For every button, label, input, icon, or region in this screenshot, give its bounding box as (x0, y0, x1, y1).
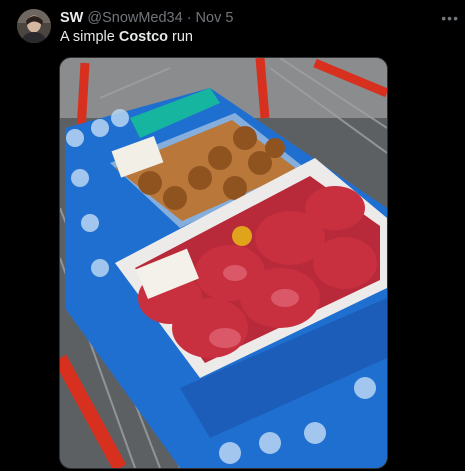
avatar[interactable] (17, 9, 51, 43)
tweet-header: SW @SnowMed34 · Nov 5 (60, 9, 233, 27)
tweet-text-part: A simple (60, 29, 119, 45)
separator-dot: · (186, 10, 192, 26)
user-handle[interactable]: @SnowMed34 (87, 10, 182, 26)
tweet-card: SW @SnowMed34 · Nov 5 ••• A simple Costc… (0, 0, 465, 471)
display-name[interactable]: SW (60, 10, 83, 26)
avatar-image (17, 9, 51, 43)
tweet-photo[interactable] (59, 57, 388, 469)
tweet-text-bold: Costco (118, 29, 168, 45)
more-options-icon[interactable]: ••• (441, 10, 459, 26)
shopping-cart-photo (60, 58, 387, 468)
post-date[interactable]: Nov 5 (196, 10, 234, 26)
tweet-text-part: run (168, 29, 193, 45)
tweet-text: A simple Costco run (60, 29, 193, 45)
